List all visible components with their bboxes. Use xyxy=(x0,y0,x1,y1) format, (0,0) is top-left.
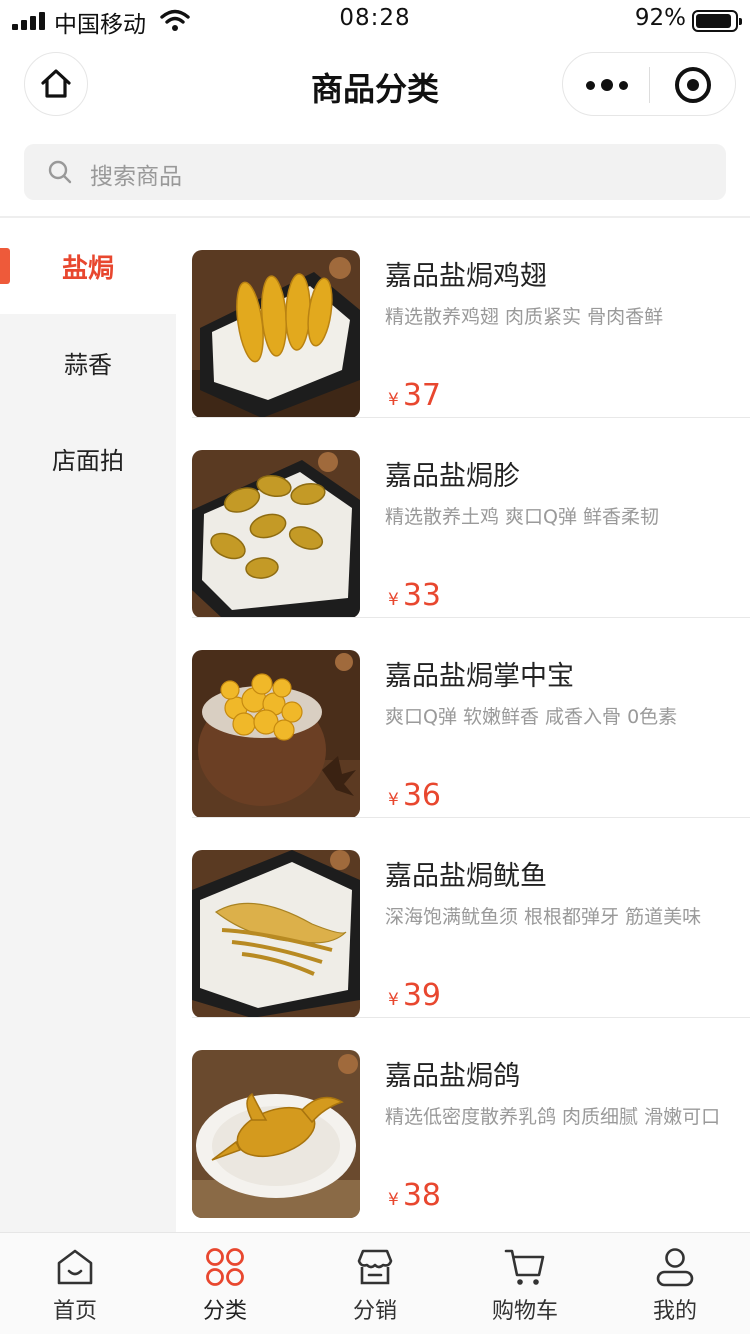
product-card[interactable]: 嘉品盐焗鸡翅 精选散养鸡翅 肉质紧实 骨肉香鲜 ¥37 xyxy=(192,218,750,418)
active-indicator xyxy=(0,248,10,284)
mini-program-capsule xyxy=(562,52,736,116)
product-image xyxy=(192,850,360,1018)
sidebar-item-label: 蒜香 xyxy=(64,350,112,379)
tab-label: 购物车 xyxy=(491,1299,558,1324)
product-price: ¥38 xyxy=(388,1178,441,1213)
status-bar: 中国移动 08:28 92% xyxy=(0,0,750,40)
product-price: ¥39 xyxy=(388,978,441,1013)
tab-label: 分类 xyxy=(202,1299,247,1324)
price-currency: ¥ xyxy=(388,1190,399,1210)
tab-distribution[interactable]: 分销 xyxy=(300,1233,450,1334)
product-desc: 精选散养鸡翅 肉质紧实 骨肉香鲜 xyxy=(385,306,664,328)
user-icon xyxy=(656,1248,694,1287)
product-image xyxy=(192,650,360,818)
tab-label: 我的 xyxy=(652,1299,697,1324)
sidebar-item-store[interactable]: 店面拍 xyxy=(0,410,176,506)
price-value: 39 xyxy=(402,978,442,1013)
tab-label: 首页 xyxy=(52,1299,97,1324)
price-value: 37 xyxy=(402,378,442,413)
product-image xyxy=(192,450,360,618)
price-currency: ¥ xyxy=(388,390,399,410)
battery-icon xyxy=(692,10,742,32)
tab-category[interactable]: 分类 xyxy=(150,1233,300,1334)
price-value: 33 xyxy=(402,578,442,613)
home-icon xyxy=(57,1249,93,1285)
product-image xyxy=(192,1050,360,1218)
sidebar-item-salt-baked[interactable]: 盐焗 xyxy=(0,218,176,314)
close-target-icon[interactable] xyxy=(675,67,711,103)
category-icon xyxy=(206,1248,244,1286)
product-card[interactable]: 嘉品盐焗鱿鱼 深海饱满鱿鱼须 根根都弹牙 筋道美味 ¥39 xyxy=(192,818,750,1018)
product-desc: 爽口Q弹 软嫩鲜香 咸香入骨 0色素 xyxy=(385,706,678,728)
store-icon xyxy=(357,1249,393,1285)
sidebar-item-label: 盐焗 xyxy=(61,253,114,284)
product-name: 嘉品盐焗鸽 xyxy=(385,1061,520,1092)
sidebar-item-garlic[interactable]: 蒜香 xyxy=(0,314,176,410)
product-price: ¥33 xyxy=(388,578,441,613)
more-icon[interactable] xyxy=(585,71,629,99)
product-image xyxy=(192,250,360,418)
search-placeholder: 搜索商品 xyxy=(90,164,182,190)
tab-mine[interactable]: 我的 xyxy=(600,1233,750,1334)
product-card[interactable]: 嘉品盐焗鸽 精选低密度散养乳鸽 肉质细腻 滑嫩可口 ¥38 xyxy=(192,1018,750,1218)
battery-percent: 92% xyxy=(634,5,686,31)
product-name: 嘉品盐焗鱿鱼 xyxy=(385,861,547,892)
capsule-divider xyxy=(649,67,650,103)
nav-bar: 商品分类 xyxy=(0,40,750,130)
search-icon xyxy=(48,160,72,184)
product-desc: 精选低密度散养乳鸽 肉质细腻 滑嫩可口 xyxy=(385,1106,721,1128)
product-desc: 深海饱满鱿鱼须 根根都弹牙 筋道美味 xyxy=(385,906,702,928)
product-desc: 精选散养土鸡 爽口Q弹 鲜香柔韧 xyxy=(385,506,660,528)
price-currency: ¥ xyxy=(388,590,399,610)
tab-home[interactable]: 首页 xyxy=(0,1233,150,1334)
product-name: 嘉品盐焗掌中宝 xyxy=(385,661,574,692)
price-currency: ¥ xyxy=(388,790,399,810)
price-value: 36 xyxy=(402,778,442,813)
product-card[interactable]: 嘉品盐焗胗 精选散养土鸡 爽口Q弹 鲜香柔韧 ¥33 xyxy=(192,418,750,618)
product-name: 嘉品盐焗鸡翅 xyxy=(385,261,547,292)
price-value: 38 xyxy=(402,1178,442,1213)
product-price: ¥36 xyxy=(388,778,441,813)
product-list: 嘉品盐焗鸡翅 精选散养鸡翅 肉质紧实 骨肉香鲜 ¥37 嘉品盐焗胗 精选散养土鸡… xyxy=(176,218,750,1232)
search-input[interactable]: 搜索商品 xyxy=(24,144,726,200)
tab-bar: 首页 分类 分销 购物车 我的 xyxy=(0,1232,750,1334)
cart-icon xyxy=(504,1249,545,1285)
tab-cart[interactable]: 购物车 xyxy=(450,1233,600,1334)
tab-label: 分销 xyxy=(352,1299,397,1324)
category-sidebar: 盐焗 蒜香 店面拍 xyxy=(0,218,176,1232)
product-name: 嘉品盐焗胗 xyxy=(385,461,520,492)
product-card[interactable]: 嘉品盐焗掌中宝 爽口Q弹 软嫩鲜香 咸香入骨 0色素 ¥36 xyxy=(192,618,750,818)
sidebar-item-label: 店面拍 xyxy=(52,446,124,475)
price-currency: ¥ xyxy=(388,990,399,1010)
product-price: ¥37 xyxy=(388,378,441,413)
